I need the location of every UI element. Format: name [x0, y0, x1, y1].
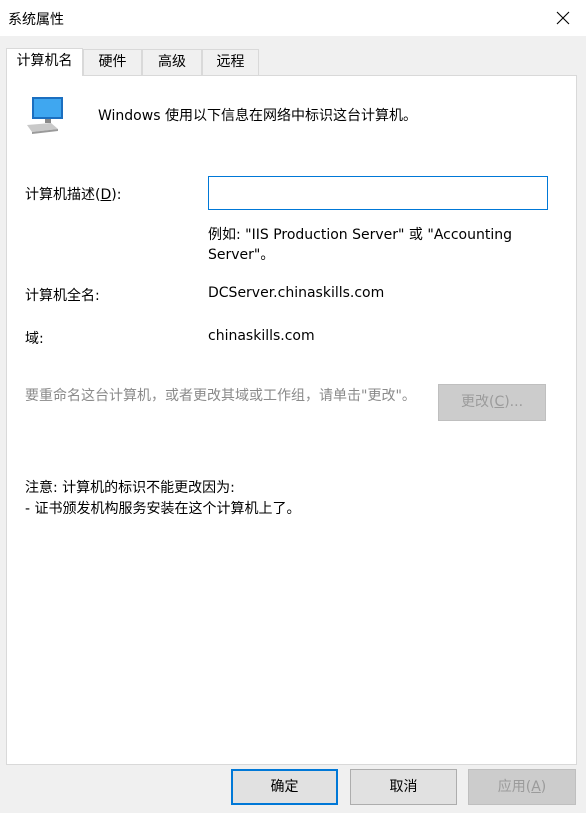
apply-button-accesskey: A — [531, 779, 541, 795]
example-text: 例如: "IIS Production Server" 或 "Accountin… — [208, 227, 513, 263]
cancel-button[interactable]: 取消 — [350, 769, 457, 805]
description-label-prefix: 计算机描述( — [25, 187, 101, 203]
description-label-suffix: ): — [111, 187, 122, 203]
domain-label: 域: — [25, 331, 44, 347]
computer-icon — [27, 97, 63, 134]
change-button-accesskey: C — [494, 394, 505, 410]
change-button-suffix: )... — [504, 394, 524, 410]
computer-description-input[interactable] — [208, 176, 548, 210]
fullname-value: DCServer.chinaskills.com — [208, 285, 385, 301]
window-title: 系统属性 — [8, 12, 64, 28]
close-icon — [556, 11, 570, 25]
description-label-accesskey: D — [100, 187, 112, 203]
domain-value: chinaskills.com — [208, 328, 315, 344]
title-bar: 系统属性 — [0, 0, 586, 36]
ok-button[interactable]: 确定 — [231, 769, 338, 805]
dialog-body: 计算机名 硬件 高级 远程 Windows 使用以下信息在网络中标识这台计算机。… — [0, 36, 586, 813]
apply-button-prefix: 应用( — [497, 779, 532, 795]
close-button[interactable] — [540, 0, 586, 36]
rename-instruction-text: 要重命名这台计算机，或者更改其域或工作组，请单击"更改"。 — [25, 388, 416, 404]
tab-remote[interactable]: 远程 — [202, 49, 259, 75]
change-button-prefix: 更改( — [460, 394, 495, 410]
tab-hardware[interactable]: 硬件 — [83, 49, 142, 75]
fullname-label: 计算机全名: — [25, 288, 100, 304]
apply-button-suffix: ) — [540, 779, 547, 795]
tab-panel-computer-name: Windows 使用以下信息在网络中标识这台计算机。 计算机描述(D): 例如:… — [6, 75, 577, 765]
note-title: 注意: 计算机的标识不能更改因为: — [25, 480, 235, 496]
tab-advanced[interactable]: 高级 — [142, 49, 202, 75]
apply-button[interactable]: 应用(A) — [468, 769, 576, 805]
change-button[interactable]: 更改(C)... — [438, 384, 546, 421]
tab-computer-name[interactable]: 计算机名 — [6, 48, 83, 76]
note-item: - 证书颁发机构服务安装在这个计算机上了。 — [25, 501, 301, 517]
intro-text: Windows 使用以下信息在网络中标识这台计算机。 — [98, 108, 417, 124]
description-label: 计算机描述(D): — [25, 184, 121, 204]
